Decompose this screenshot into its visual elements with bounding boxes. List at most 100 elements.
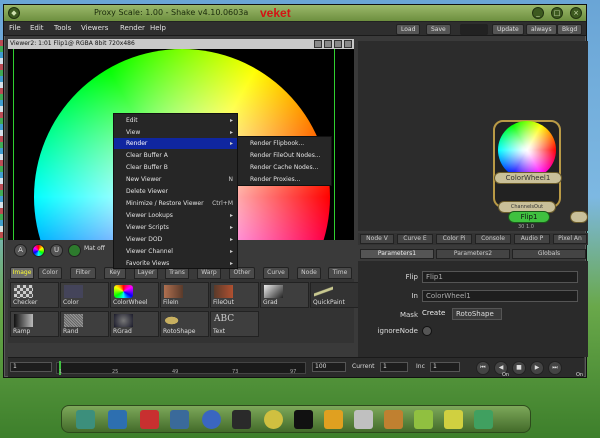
tool-fileout[interactable]: FileOut	[210, 282, 259, 308]
ctx-item-viewer-scripts[interactable]: Viewer Scripts ▸	[114, 222, 237, 233]
ctx-item-viewer-dod[interactable]: Viewer DOD ▸	[114, 234, 237, 245]
taskbar-app-5-icon[interactable]	[202, 410, 221, 429]
increment-field[interactable]: 1	[430, 362, 460, 372]
submenu-render-fileout[interactable]: Render FileOut Nodes...	[238, 150, 331, 161]
taskbar-app-10-icon[interactable]	[354, 410, 373, 429]
taskbar-app-14-icon[interactable]	[474, 410, 493, 429]
menu-help[interactable]: Help	[150, 24, 166, 32]
timeline-track[interactable]: 1 25 49 73 97	[56, 361, 306, 375]
taskbar-app-4-icon[interactable]	[170, 410, 189, 429]
window-menu-icon[interactable]: ◆	[8, 7, 20, 19]
node-view[interactable]: ColorWheel1 ChannelsOut Flip1 30 1.0	[358, 41, 588, 231]
stop-button[interactable]: ■	[512, 361, 526, 375]
menu-viewers[interactable]: Viewers	[81, 24, 108, 32]
buffer-a-button[interactable]: A	[14, 244, 27, 257]
ctx-item-new-viewer[interactable]: New Viewer N	[114, 174, 237, 185]
rewind-button[interactable]: ⏮	[476, 361, 490, 375]
viewer-max-icon[interactable]	[314, 40, 322, 48]
taskbar-app-7-icon[interactable]	[264, 410, 283, 429]
ctx-item-clear-buffer-a[interactable]: Clear Buffer A	[114, 150, 237, 161]
rotoshape-dropdown[interactable]: RotoShape	[452, 308, 502, 320]
ignorenode-toggle[interactable]	[422, 326, 432, 336]
tab-filter[interactable]: Filter	[70, 267, 96, 279]
tool-rand[interactable]: Rand	[60, 311, 109, 337]
menu-file[interactable]: File	[9, 24, 21, 32]
ctx-item-viewer-lookups[interactable]: Viewer Lookups ▸	[114, 210, 237, 221]
tab-audio-panel[interactable]: Audio P	[514, 234, 550, 244]
ctx-item-clear-buffer-b[interactable]: Clear Buffer B	[114, 162, 237, 173]
flip-name-field[interactable]: Flip1	[422, 271, 578, 283]
forward-end-button[interactable]: ⏭	[548, 361, 562, 375]
offscreen-node[interactable]	[570, 211, 588, 223]
ctx-item-render[interactable]: Render ▸	[114, 138, 237, 149]
tab-curve[interactable]: Curve	[263, 267, 289, 279]
viewer-min-icon[interactable]	[334, 40, 342, 48]
mat-toggle-icon[interactable]	[68, 244, 81, 257]
color-channel-icon[interactable]	[32, 244, 45, 257]
menu-tools[interactable]: Tools	[54, 24, 71, 32]
tab-pixel-analyzer[interactable]: Pixel An	[553, 234, 587, 244]
bkgd-button[interactable]: Bkgd	[557, 24, 583, 35]
tab-node-view[interactable]: Node V	[360, 234, 394, 244]
ctx-item-minimize-restore[interactable]: Minimize / Restore Viewer Ctrl+M	[114, 198, 237, 209]
menu-edit[interactable]: Edit	[30, 24, 44, 32]
tab-parameters2[interactable]: Parameters2	[436, 249, 510, 259]
save-button[interactable]: Save	[426, 24, 451, 35]
tab-console[interactable]: Console	[475, 234, 511, 244]
ctx-item-viewer-channel[interactable]: Viewer Channel ▸	[114, 246, 237, 257]
menu-render[interactable]: Render	[120, 24, 145, 32]
submenu-render-flipbook[interactable]: Render Flipbook...	[238, 138, 331, 149]
taskbar-app-2-icon[interactable]	[108, 410, 127, 429]
play-forward-button[interactable]: ▶	[530, 361, 544, 375]
tool-text[interactable]: ABC Text	[210, 311, 259, 337]
tool-checker[interactable]: Checker	[10, 282, 59, 308]
taskbar-app-12-icon[interactable]	[414, 410, 433, 429]
minimize-icon[interactable]: _	[532, 7, 544, 19]
taskbar-app-9-icon[interactable]	[324, 410, 343, 429]
always-toggle[interactable]: always	[526, 24, 557, 35]
submenu-render-proxies[interactable]: Render Proxies...	[238, 174, 331, 185]
tool-color[interactable]: Color	[60, 282, 109, 308]
ctx-item-favorite-views[interactable]: Favorite Views ▸	[114, 258, 237, 269]
taskbar-app-8-icon[interactable]	[294, 410, 313, 429]
maximize-icon[interactable]: □	[551, 7, 563, 19]
tool-rgrad[interactable]: RGrad	[110, 311, 159, 337]
tab-globals[interactable]: Globals	[512, 249, 586, 259]
current-frame-field[interactable]: 1	[380, 362, 408, 372]
tab-time[interactable]: Time	[328, 267, 352, 279]
load-button[interactable]: Load	[396, 24, 421, 35]
filein-icon	[164, 285, 183, 298]
ctx-item-edit[interactable]: Edit ▸	[114, 115, 237, 126]
viewer-close-icon[interactable]	[344, 40, 352, 48]
tool-grad[interactable]: Grad	[260, 282, 309, 308]
taskbar-app-1-icon[interactable]	[76, 410, 95, 429]
tool-rotoshape[interactable]: RotoShape	[160, 311, 209, 337]
colorwheel-node[interactable]: ColorWheel1	[494, 172, 562, 184]
tool-colorwheel[interactable]: ColorWheel	[110, 282, 159, 308]
tool-ramp[interactable]: Ramp	[10, 311, 59, 337]
timeline-start-field[interactable]: 1	[10, 362, 52, 372]
taskbar-app-3-icon[interactable]	[140, 410, 159, 429]
tab-node[interactable]: Node	[297, 267, 321, 279]
update-button[interactable]: Update	[492, 24, 524, 35]
taskbar-app-13-icon[interactable]	[444, 410, 463, 429]
timeline-end-field[interactable]: 100	[312, 362, 346, 372]
tab-parameters1[interactable]: Parameters1	[360, 249, 434, 259]
tab-color[interactable]: Color	[38, 267, 62, 279]
mat-off-label[interactable]: Mat off	[84, 245, 105, 252]
update-view-button[interactable]: U	[50, 244, 63, 257]
taskbar-app-11-icon[interactable]	[384, 410, 403, 429]
flip-node[interactable]: Flip1	[508, 211, 550, 223]
tool-filein[interactable]: FileIn	[160, 282, 209, 308]
tab-curve-editor[interactable]: Curve E	[397, 234, 433, 244]
in-field[interactable]: ColorWheel1	[422, 290, 578, 302]
submenu-render-cache[interactable]: Render Cache Nodes...	[238, 162, 331, 173]
tool-quickpaint[interactable]: QuickPaint	[310, 282, 359, 308]
ctx-item-view[interactable]: View ▸	[114, 127, 237, 138]
close-icon[interactable]: ×	[570, 7, 582, 19]
tab-image[interactable]: Image	[10, 267, 34, 279]
taskbar-app-6-icon[interactable]	[232, 410, 251, 429]
ctx-item-delete-viewer[interactable]: Delete Viewer	[114, 186, 237, 197]
viewer-restore-icon[interactable]	[324, 40, 332, 48]
tab-color-picker[interactable]: Color Pi	[436, 234, 472, 244]
